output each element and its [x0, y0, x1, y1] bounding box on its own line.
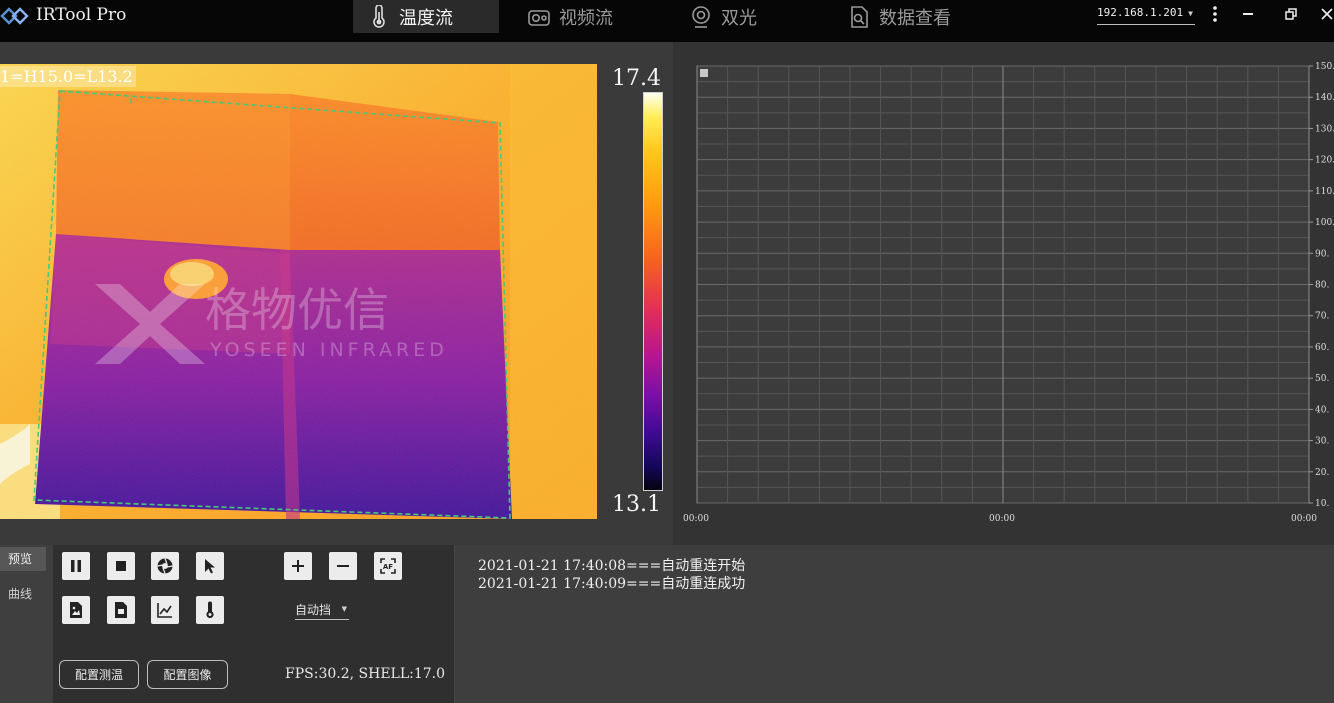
chart-legend-marker — [700, 69, 708, 77]
scale-min-label: 13.1 — [612, 492, 661, 517]
tab-label: 数据查看 — [879, 7, 951, 29]
close-icon[interactable] — [1320, 4, 1334, 24]
tab-video-stream[interactable]: 视频流 — [513, 0, 643, 33]
webcam-icon — [692, 5, 710, 28]
tab-label: 温度流 — [399, 7, 453, 29]
zoom-in-button[interactable] — [284, 552, 312, 580]
minus-icon — [337, 565, 349, 567]
camera-icon — [528, 9, 550, 26]
chevron-down-icon: ▼ — [341, 605, 347, 613]
fps-status: FPS:30.2, SHELL:17.0 — [285, 666, 446, 682]
tab-dual-light[interactable]: 双光 — [675, 0, 785, 33]
chart-y-tick-label: 10. — [1315, 499, 1329, 509]
config-image-button[interactable]: 配置图像 — [147, 660, 228, 689]
zoom-out-button[interactable] — [329, 552, 357, 580]
chart-y-tick-label: 40. — [1315, 405, 1329, 415]
app-logo-icon — [0, 7, 29, 25]
restore-icon[interactable] — [1281, 4, 1301, 24]
side-tab-curve[interactable]: 曲线 — [0, 582, 46, 606]
gain-mode-value: 自动挡 — [295, 603, 332, 617]
tab-temperature-stream[interactable]: 温度流 — [353, 0, 499, 33]
more-menu-icon[interactable] — [1205, 4, 1225, 24]
gain-mode-select[interactable]: 自动挡 ▼ — [295, 601, 349, 620]
thermometer-icon — [206, 601, 214, 619]
stop-icon — [116, 561, 126, 571]
side-tab-label: 曲线 — [8, 587, 33, 601]
plus-icon — [292, 560, 304, 572]
scale-max-label: 17.4 — [612, 66, 661, 91]
export-data-button[interactable] — [107, 596, 135, 624]
document-export-icon — [115, 602, 127, 618]
config-measure-button[interactable]: 配置测温 — [59, 660, 139, 689]
focus-af-icon: AF — [380, 558, 396, 574]
chart-y-tick-label: 70. — [1315, 312, 1329, 322]
thermometer-icon — [373, 4, 385, 28]
temperature-chart: 150. 140. 130. 120. 110. 100. 90. 80. 70. 60. 50. 4… — [683, 62, 1334, 524]
pause-icon — [71, 560, 81, 572]
chart-x-tick-label: 00:00 — [683, 514, 709, 524]
chart-icon — [157, 603, 172, 618]
title-bar: IRTool Pro 温度流 视频流 双光 数据查看 192.168.1.201… — [0, 0, 1334, 42]
ip-address-value: 192.168.1.201 — [1097, 6, 1184, 19]
tab-label: 双光 — [721, 7, 757, 29]
chart-y-tick-label: 30. — [1315, 437, 1329, 447]
tab-data-view[interactable]: 数据查看 — [833, 0, 983, 33]
stop-button[interactable] — [107, 552, 135, 580]
minimize-icon[interactable] — [1238, 4, 1258, 24]
aperture-icon — [157, 558, 173, 574]
side-tab-bar: 预览 曲线 — [0, 545, 53, 703]
chart-y-tick-label: 80. — [1315, 281, 1329, 291]
tab-label: 视频流 — [559, 7, 613, 29]
chevron-down-icon: ▼ — [1188, 9, 1193, 18]
temperature-button[interactable] — [196, 596, 224, 624]
chart-y-tick-label: 120. — [1315, 156, 1334, 166]
log-line: 2021-01-21 17:40:08===自动重连开始 — [478, 558, 746, 574]
chart-y-tick-label: 140. — [1315, 93, 1334, 103]
button-label: 配置图像 — [163, 668, 212, 682]
select-cursor-button[interactable] — [196, 552, 224, 580]
side-tab-label: 预览 — [8, 552, 33, 566]
chart-x-tick-label: 00:00 — [1291, 514, 1317, 524]
roi-temperature-label: 1=H15.0=L13.2 — [0, 66, 136, 87]
export-image-button[interactable] — [62, 596, 90, 624]
chart-x-tick-label: 00:00 — [989, 514, 1015, 524]
app-title: IRTool Pro — [36, 5, 127, 25]
chart-y-tick-label: 50. — [1315, 374, 1329, 384]
chart-y-tick-label: 100. — [1315, 218, 1334, 228]
ip-address-select[interactable]: 192.168.1.201 ▼ — [1097, 6, 1195, 25]
chart-button[interactable] — [151, 596, 179, 624]
chart-y-tick-label: 150. — [1315, 62, 1334, 72]
cursor-icon — [205, 559, 215, 574]
button-label: 配置测温 — [74, 668, 123, 682]
document-search-icon — [851, 5, 868, 28]
pause-button[interactable] — [62, 552, 90, 580]
color-scale-bar — [643, 92, 663, 491]
chart-y-tick-label: 110. — [1315, 187, 1334, 197]
chart-y-tick-label: 20. — [1315, 468, 1329, 478]
chart-y-tick-label: 130. — [1315, 124, 1334, 134]
side-tab-preview[interactable]: 预览 — [0, 547, 46, 571]
svg-text:AF: AF — [383, 563, 393, 571]
image-export-icon — [70, 602, 82, 618]
snapshot-button[interactable] — [151, 552, 179, 580]
chart-y-tick-label: 90. — [1315, 249, 1329, 259]
chart-y-tick-label: 60. — [1315, 343, 1329, 353]
log-line: 2021-01-21 17:40:09===自动重连成功 — [478, 576, 746, 592]
autofocus-button[interactable]: AF — [374, 552, 402, 580]
thermal-image[interactable]: 格物优信 YOSEEN INFRARED — [0, 64, 597, 519]
